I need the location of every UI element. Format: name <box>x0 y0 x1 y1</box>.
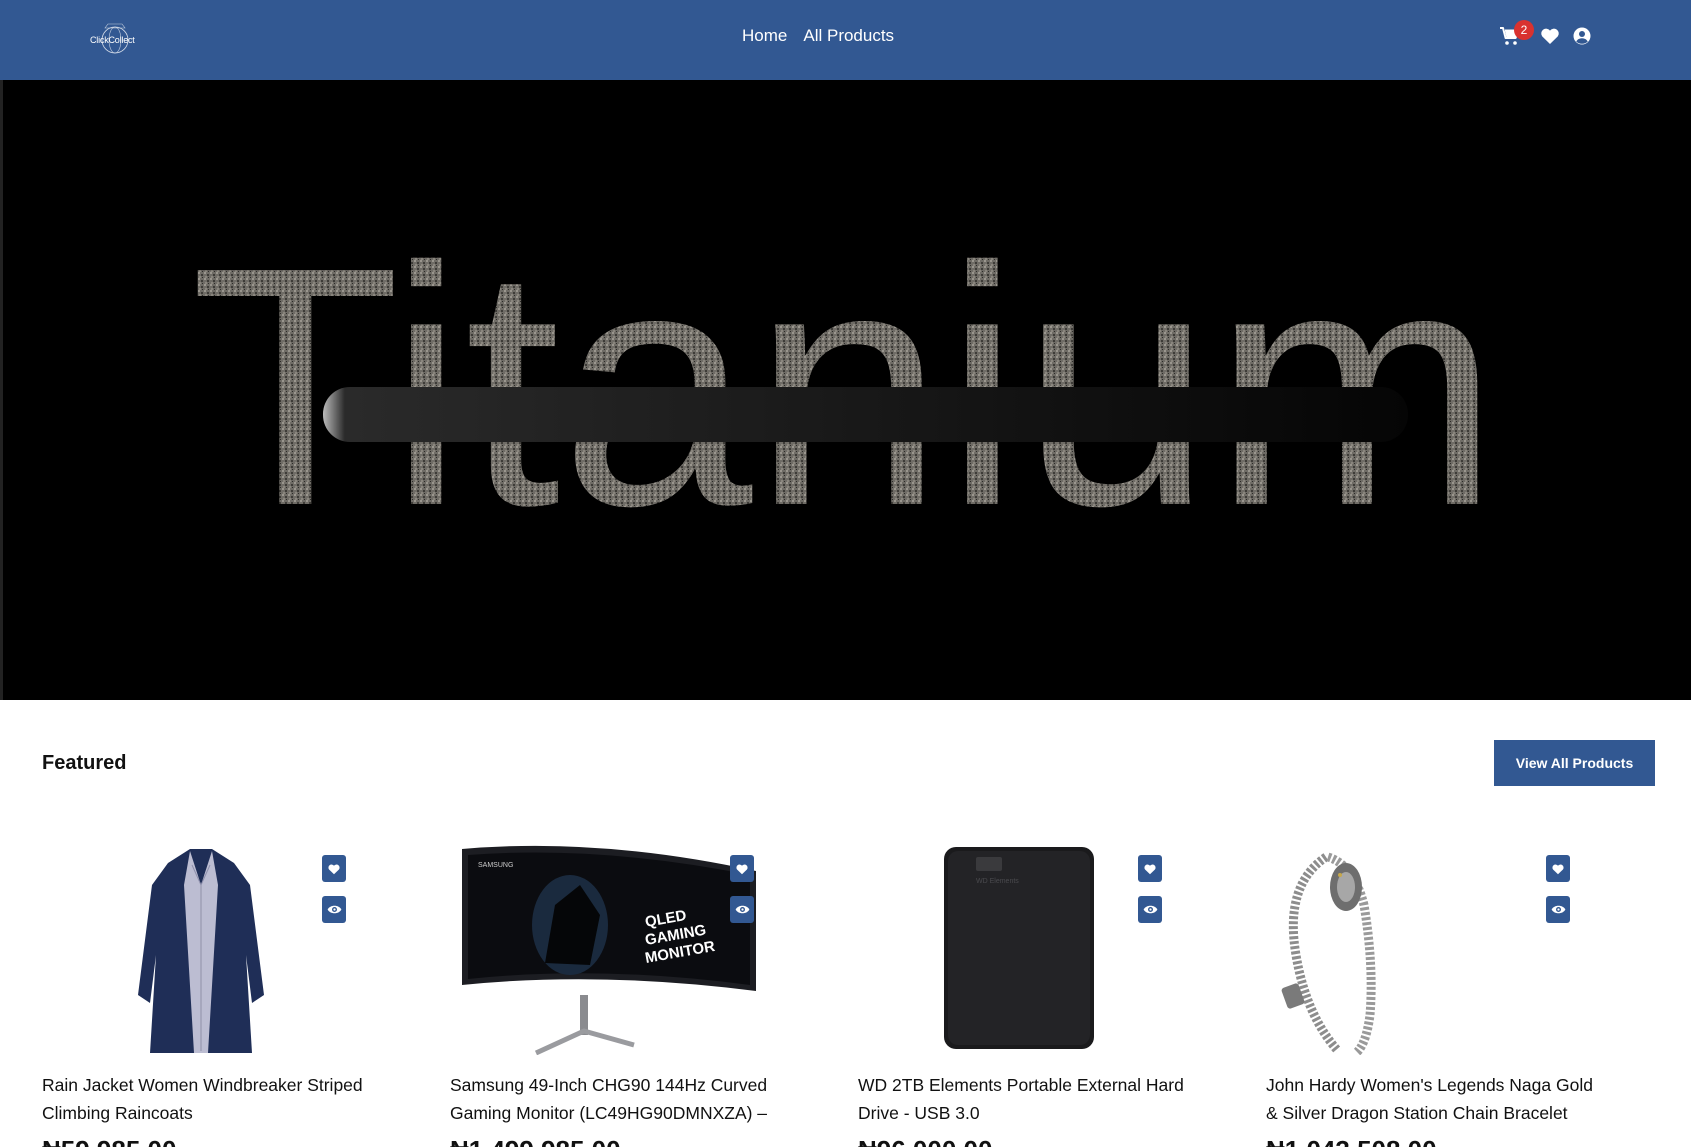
add-to-wishlist-button[interactable] <box>322 855 346 882</box>
product-name[interactable]: WD 2TB Elements Portable External Hard D… <box>858 1071 1188 1127</box>
site-logo[interactable]: ClickCollect <box>88 22 142 56</box>
main-nav: Home All Products <box>742 26 894 46</box>
heart-icon <box>1541 28 1559 44</box>
product-price: ₦59,985.00 <box>42 1135 176 1147</box>
product-card[interactable]: QLED GAMING MONITOR SAMSUNG Samsung 49-I… <box>450 845 790 1147</box>
product-card[interactable]: WD Elements WD 2TB Elements Portable Ext… <box>858 845 1198 1147</box>
eye-icon <box>1551 905 1565 914</box>
cart-count-badge: 2 <box>1514 20 1534 40</box>
quick-view-button[interactable] <box>1138 896 1162 923</box>
heart-icon <box>1144 864 1156 874</box>
svg-text:SAMSUNG: SAMSUNG <box>478 862 513 869</box>
add-to-wishlist-button[interactable] <box>1546 855 1570 882</box>
product-name[interactable]: Rain Jacket Women Windbreaker Striped Cl… <box>42 1071 372 1127</box>
product-card[interactable]: Rain Jacket Women Windbreaker Striped Cl… <box>42 845 382 1147</box>
product-name[interactable]: Samsung 49-Inch CHG90 144Hz Curved Gamin… <box>450 1071 780 1127</box>
add-to-wishlist-button[interactable] <box>730 855 754 882</box>
hero-device-bar <box>323 387 1408 442</box>
hero-titanium-graphic: Titanium <box>190 197 1500 577</box>
quick-view-button[interactable] <box>322 896 346 923</box>
nav-all-products[interactable]: All Products <box>803 26 894 46</box>
eye-icon <box>1143 905 1157 914</box>
product-price: ₦96,000.00 <box>858 1135 992 1147</box>
logo-text: ClickCollect <box>90 35 135 45</box>
add-to-wishlist-button[interactable] <box>1138 855 1162 882</box>
site-header: ClickCollect Home All Products 2 <box>0 0 1691 80</box>
nav-home[interactable]: Home <box>742 26 787 46</box>
featured-heading: Featured <box>42 752 127 774</box>
hero-banner[interactable]: Titanium <box>0 80 1691 700</box>
product-price: ₦1,499,985.00 <box>450 1135 621 1147</box>
cart-button[interactable]: 2 <box>1498 20 1534 48</box>
eye-icon <box>327 905 341 914</box>
view-all-products-button[interactable]: View All Products <box>1494 740 1655 786</box>
account-button[interactable] <box>1570 24 1594 48</box>
product-card[interactable]: John Hardy Women's Legends Naga Gold & S… <box>1266 845 1606 1147</box>
wishlist-button[interactable] <box>1538 24 1562 48</box>
product-price: ₦1,043,508.00 <box>1266 1135 1437 1147</box>
eye-icon <box>735 905 749 914</box>
quick-view-button[interactable] <box>1546 896 1570 923</box>
heart-icon <box>328 864 340 874</box>
quick-view-button[interactable] <box>730 896 754 923</box>
heart-icon <box>736 864 748 874</box>
heart-icon <box>1552 864 1564 874</box>
user-circle-icon <box>1573 27 1591 45</box>
svg-text:WD Elements: WD Elements <box>976 878 1019 885</box>
product-name[interactable]: John Hardy Women's Legends Naga Gold & S… <box>1266 1071 1596 1127</box>
